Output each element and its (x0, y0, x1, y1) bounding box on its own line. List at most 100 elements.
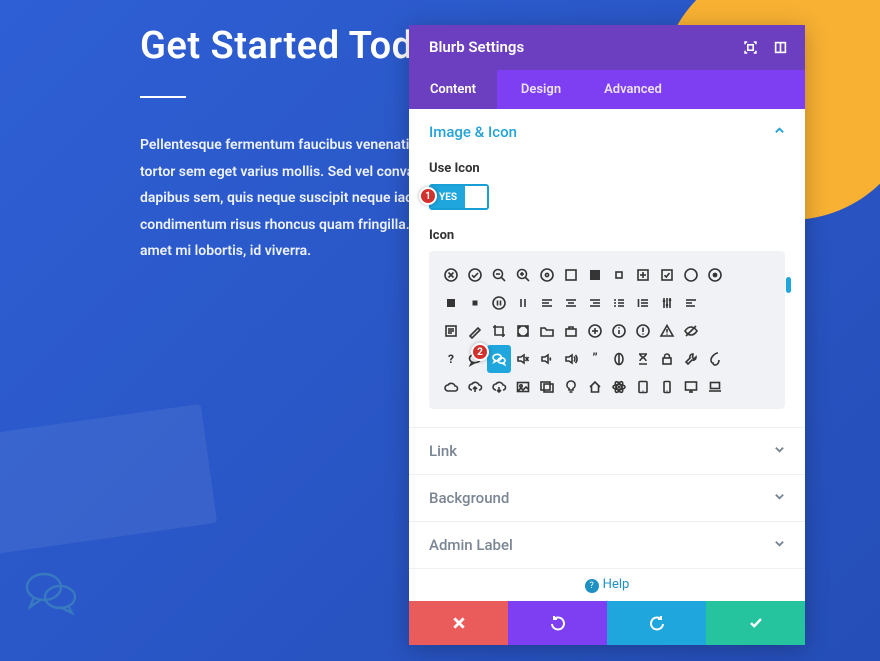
icon-grid: ?” (439, 261, 775, 401)
square-mini-icon[interactable] (607, 261, 631, 289)
note-icon[interactable] (439, 317, 463, 345)
help-icon: ? (585, 579, 599, 593)
circle-check-icon[interactable] (463, 261, 487, 289)
section-header-background[interactable]: Background (409, 475, 805, 521)
hide-eye-icon[interactable] (679, 317, 703, 345)
blurb-settings-modal: Blurb Settings Content Design Advanced I… (409, 25, 805, 645)
tab-design[interactable]: Design (497, 70, 585, 109)
help-link[interactable]: ? Help (409, 569, 805, 593)
menu-right-icon[interactable] (583, 289, 607, 317)
align-left-icon[interactable] (679, 289, 703, 317)
paint-icon[interactable] (703, 345, 727, 373)
svg-text:”: ” (592, 351, 597, 366)
svg-text:?: ? (448, 352, 454, 366)
exclamation-circle-icon[interactable] (631, 317, 655, 345)
square-plus-icon[interactable] (631, 261, 655, 289)
section-header-image-icon[interactable]: Image & Icon (409, 109, 805, 155)
phone-icon[interactable] (655, 373, 679, 401)
pause-bars-icon[interactable] (511, 289, 535, 317)
modal-body: Image & Icon Use Icon 1 YES Icon 2 (409, 109, 805, 601)
cloud-icon[interactable] (439, 373, 463, 401)
warning-triangle-icon[interactable] (655, 317, 679, 345)
section-title-admin-label: Admin Label (429, 536, 513, 554)
sliders-icon[interactable] (655, 289, 679, 317)
info-circle-icon[interactable] (607, 317, 631, 345)
section-title-link: Link (429, 442, 457, 460)
circle-plus-icon[interactable] (583, 317, 607, 345)
question-icon[interactable]: ? (439, 345, 463, 373)
icon-field-label: Icon (429, 228, 785, 243)
circle-x-icon[interactable] (439, 261, 463, 289)
toggle-knob (465, 186, 487, 208)
callout-badge-1: 1 (419, 187, 437, 205)
pause-circle-icon[interactable] (487, 289, 511, 317)
tab-content[interactable]: Content (409, 70, 497, 109)
chat-bubbles-icon[interactable] (487, 345, 511, 373)
radio-dot-icon[interactable] (703, 261, 727, 289)
chat-bubbles-icon (24, 569, 78, 619)
icon-picker-scrollbar[interactable] (786, 277, 791, 293)
brush-icon[interactable] (463, 317, 487, 345)
chevron-up-icon (774, 125, 785, 139)
check-square-icon[interactable] (655, 261, 679, 289)
lock-icon[interactable] (655, 345, 679, 373)
hourglass-icon[interactable] (631, 345, 655, 373)
section-header-link[interactable]: Link (409, 428, 805, 474)
volume-low-icon[interactable] (535, 345, 559, 373)
atom-icon[interactable] (607, 373, 631, 401)
bulb-icon[interactable] (559, 373, 583, 401)
maximize-icon[interactable] (511, 317, 535, 345)
laptop-icon[interactable] (703, 373, 727, 401)
gallery-icon[interactable] (535, 373, 559, 401)
tablet-icon[interactable] (631, 373, 655, 401)
menu-left-icon[interactable] (535, 289, 559, 317)
modal-header: Blurb Settings Content Design Advanced (409, 25, 805, 109)
snap-icon[interactable] (773, 40, 787, 54)
cancel-button[interactable] (409, 601, 508, 645)
crop-icon[interactable] (487, 317, 511, 345)
menu-center-icon[interactable] (559, 289, 583, 317)
section-title-image-icon: Image & Icon (429, 123, 517, 141)
undo-button[interactable] (508, 601, 607, 645)
circle-dot-outline-icon[interactable] (535, 261, 559, 289)
circle-outline-icon[interactable] (679, 261, 703, 289)
save-button[interactable] (706, 601, 805, 645)
monitor-icon[interactable] (679, 373, 703, 401)
help-label: Help (603, 577, 630, 592)
volume-mute-icon[interactable] (511, 345, 535, 373)
wrench-icon[interactable] (679, 345, 703, 373)
modal-tabs: Content Design Advanced (409, 70, 805, 109)
page-title-underline (140, 96, 186, 98)
list-numbered-icon[interactable] (631, 289, 655, 317)
cloud-down-icon[interactable] (487, 373, 511, 401)
square-outline-icon[interactable] (559, 261, 583, 289)
stop-solid-icon[interactable] (439, 289, 463, 317)
chevron-down-icon (774, 491, 785, 505)
image-icon[interactable] (511, 373, 535, 401)
use-icon-label: Use Icon (429, 161, 785, 176)
tab-advanced[interactable]: Advanced (585, 70, 681, 109)
chevron-down-icon (774, 444, 785, 458)
folder-icon[interactable] (535, 317, 559, 345)
stop-small-icon[interactable] (463, 289, 487, 317)
square-solid-icon[interactable] (583, 261, 607, 289)
cloud-up-icon[interactable] (463, 373, 487, 401)
section-header-admin-label[interactable]: Admin Label (409, 522, 805, 568)
home-icon[interactable] (583, 373, 607, 401)
volume-high-icon[interactable] (559, 345, 583, 373)
dollar-icon[interactable] (607, 345, 631, 373)
modal-footer (409, 601, 805, 645)
briefcase-icon[interactable] (559, 317, 583, 345)
chevron-down-icon (774, 538, 785, 552)
icon-picker: 2 ?” (429, 251, 785, 409)
list-bullets-icon[interactable] (607, 289, 631, 317)
callout-badge-2: 2 (471, 343, 489, 361)
zoom-in-icon[interactable] (511, 261, 535, 289)
redo-button[interactable] (607, 601, 706, 645)
expand-icon[interactable] (743, 40, 757, 54)
section-title-background: Background (429, 489, 509, 507)
zoom-out-icon[interactable] (487, 261, 511, 289)
use-icon-toggle[interactable]: YES (429, 184, 489, 210)
quotes-icon[interactable]: ” (583, 345, 607, 373)
modal-title: Blurb Settings (429, 38, 524, 56)
